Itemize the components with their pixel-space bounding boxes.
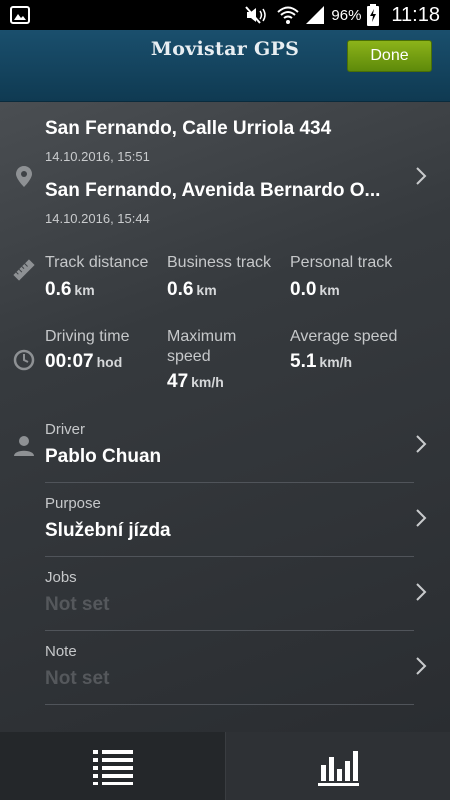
driver-label: Driver <box>45 421 85 438</box>
ruler-icon <box>13 259 35 281</box>
destination-time: 14.10.2016, 15:51 <box>45 149 150 164</box>
trip-detail: San Fernando, Calle Urriola 434 14.10.20… <box>0 102 450 732</box>
signal-icon <box>306 6 325 24</box>
chevron-right-icon <box>416 657 427 675</box>
note-value: Not set <box>45 668 110 689</box>
app-header: Movistar GPS Done <box>0 30 450 102</box>
track-distance-value: 0.6 km <box>45 279 95 300</box>
divider <box>45 556 414 557</box>
max-speed-label: Maximum speed <box>167 328 237 365</box>
driving-time-label: Driving time <box>45 328 130 345</box>
purpose-value: Služební jízda <box>45 520 171 541</box>
jobs-label: Jobs <box>45 569 77 586</box>
battery-percent: 96% <box>331 6 362 24</box>
divider <box>45 630 414 631</box>
tab-statistics[interactable] <box>225 732 450 800</box>
list-icon <box>92 750 133 785</box>
divider <box>45 482 414 483</box>
chevron-right-icon <box>416 167 427 185</box>
divider <box>45 704 414 705</box>
chevron-right-icon <box>416 435 427 453</box>
bottom-nav <box>0 732 450 800</box>
driver-value: Pablo Chuan <box>45 446 162 467</box>
tab-list[interactable] <box>0 732 225 800</box>
image-icon <box>10 6 30 24</box>
wifi-icon <box>277 6 300 24</box>
avg-speed-label: Average speed <box>290 328 398 345</box>
chevron-right-icon <box>416 583 427 601</box>
chevron-right-icon <box>416 509 427 527</box>
bar-chart-icon <box>318 751 359 786</box>
purpose-label: Purpose <box>45 495 101 512</box>
driving-time-value: 00:07 hod <box>45 351 123 372</box>
note-label: Note <box>45 643 77 660</box>
battery-icon <box>367 4 380 26</box>
location-pin-icon <box>16 166 32 187</box>
clock-icon <box>13 349 35 371</box>
personal-track-value: 0.0 km <box>290 279 340 300</box>
person-icon <box>14 436 34 456</box>
business-track-value: 0.6 km <box>167 279 217 300</box>
origin-address: San Fernando, Avenida Bernardo O... <box>45 180 381 201</box>
clock: 11:18 <box>391 3 440 26</box>
max-speed-value: 47 km/h <box>167 371 224 392</box>
jobs-value: Not set <box>45 594 110 615</box>
mute-icon <box>245 6 267 24</box>
destination-address: San Fernando, Calle Urriola 434 <box>45 118 332 139</box>
track-distance-label: Track distance <box>45 254 149 271</box>
done-button[interactable]: Done <box>347 40 432 72</box>
status-bar: 96% 11:18 <box>0 0 450 30</box>
avg-speed-value: 5.1 km/h <box>290 351 353 372</box>
personal-track-label: Personal track <box>290 254 393 271</box>
origin-time: 14.10.2016, 15:44 <box>45 211 150 226</box>
business-track-label: Business track <box>167 254 272 271</box>
